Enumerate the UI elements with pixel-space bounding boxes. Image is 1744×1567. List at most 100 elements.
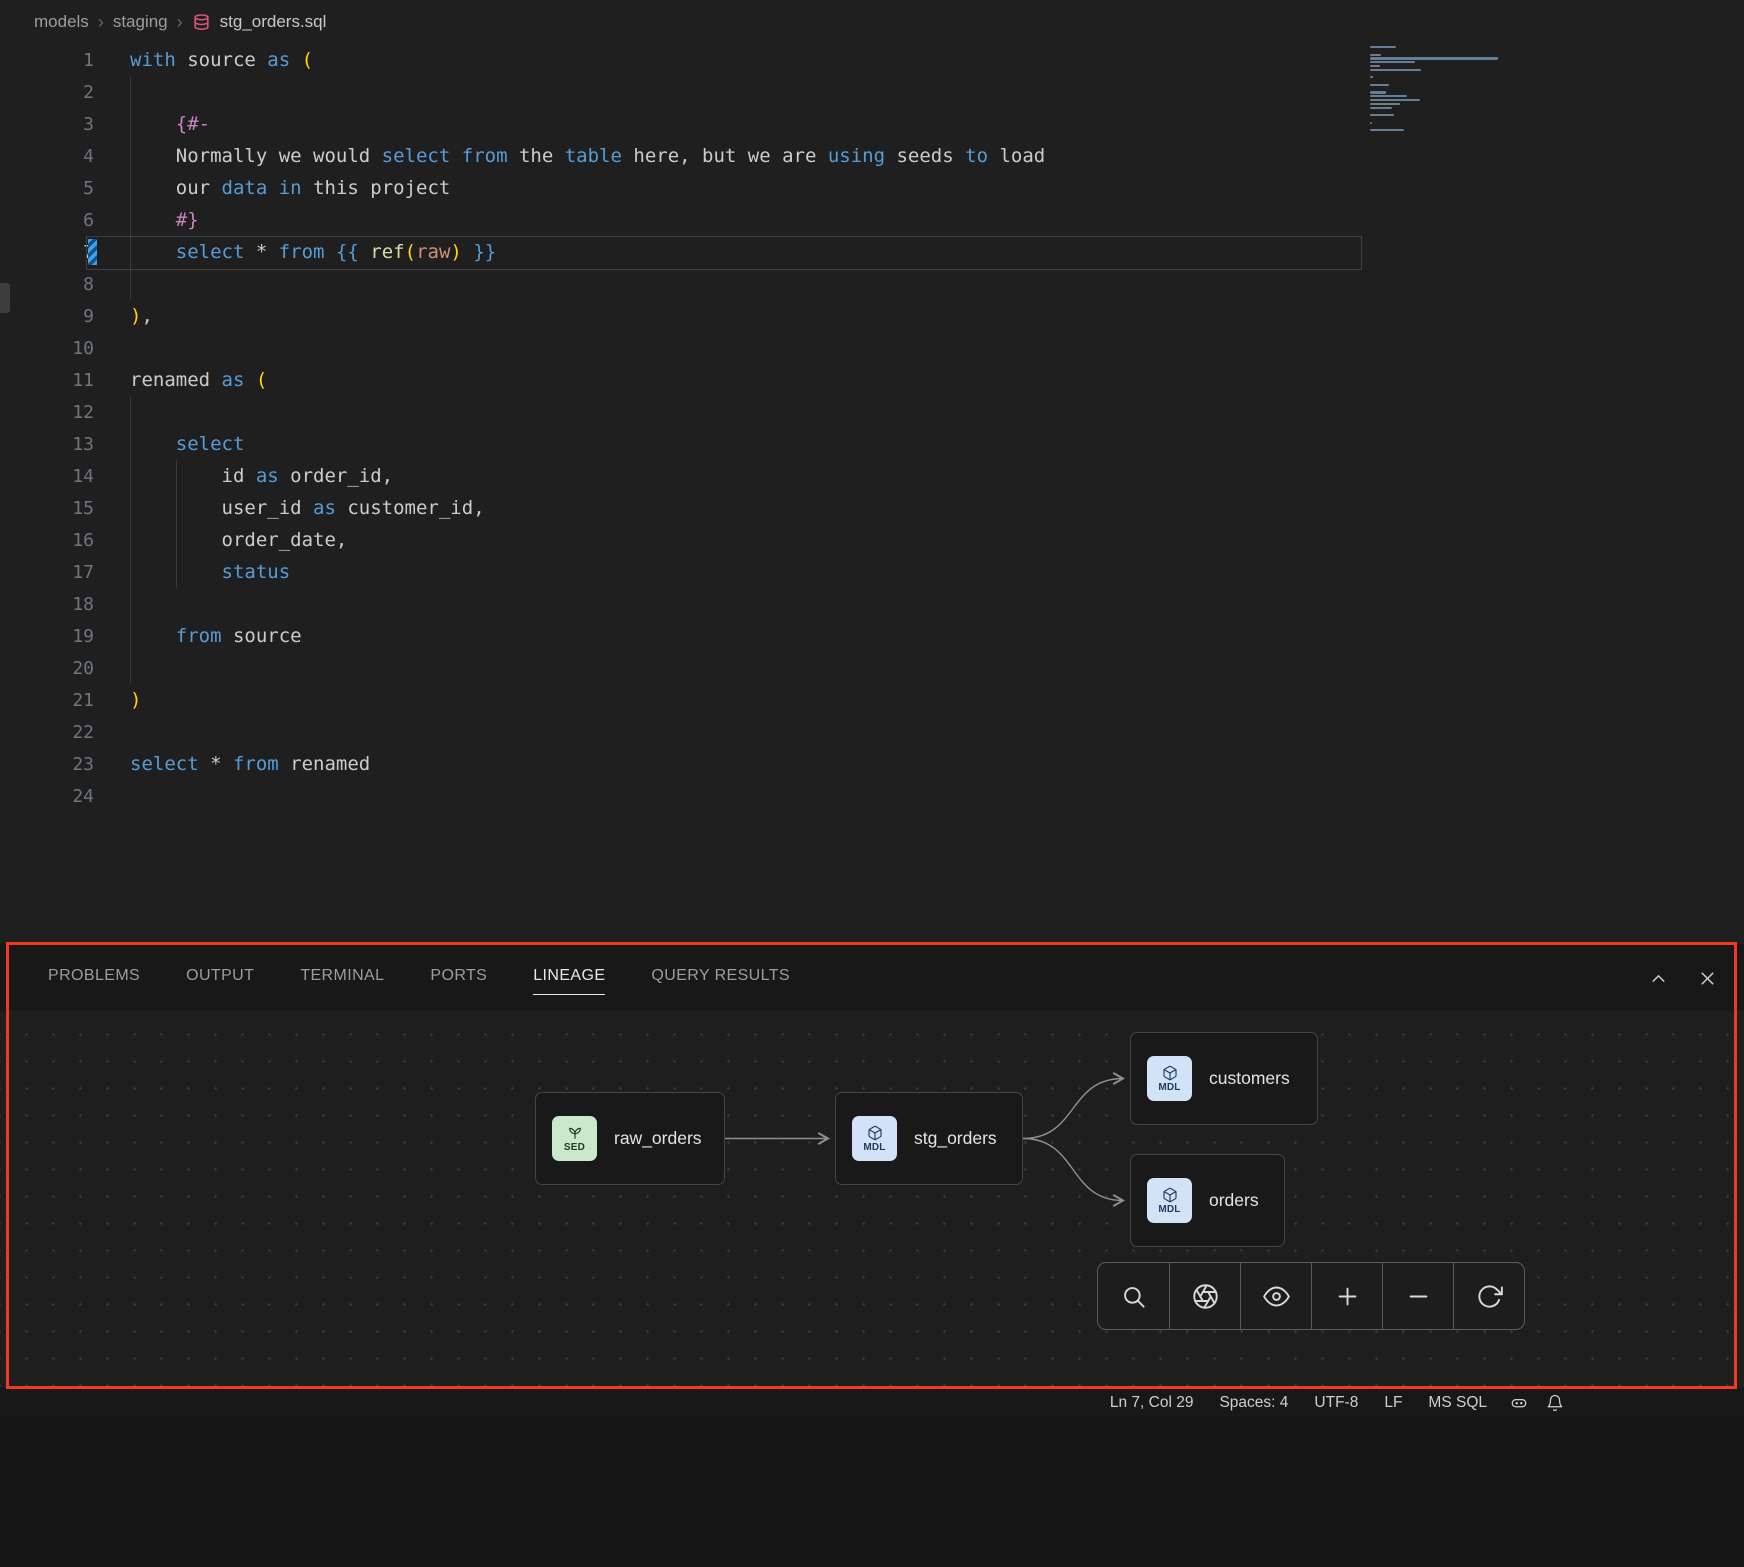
code-line-14[interactable]: 14 id as order_id,	[0, 460, 1744, 492]
breadcrumb-staging[interactable]: staging	[113, 12, 168, 32]
node-badge: MDL	[863, 1142, 885, 1153]
close-icon	[1697, 968, 1718, 989]
code-line-11[interactable]: 11renamed as (	[0, 364, 1744, 396]
refresh-button[interactable]	[1453, 1263, 1524, 1329]
lineage-node-orders[interactable]: MDLorders	[1130, 1154, 1285, 1247]
zoom-in-button[interactable]	[1311, 1263, 1382, 1329]
copilot-button[interactable]	[1510, 1394, 1528, 1412]
code-line-10[interactable]: 10	[0, 332, 1744, 364]
code-line-22[interactable]: 22	[0, 716, 1744, 748]
code-line-13[interactable]: 13 select	[0, 428, 1744, 460]
minimap-line	[1370, 129, 1404, 131]
search-button[interactable]	[1098, 1263, 1169, 1329]
line-number: 22	[0, 722, 94, 743]
minimap[interactable]	[1370, 44, 1530, 137]
notifications-bell-button[interactable]	[1546, 1394, 1564, 1412]
code-line-19[interactable]: 19 from source	[0, 620, 1744, 652]
status-lf[interactable]: LF	[1371, 1394, 1415, 1412]
refresh-icon	[1476, 1283, 1503, 1310]
code-line-23[interactable]: 23select * from renamed	[0, 748, 1744, 780]
code-text: our data in this project	[130, 177, 1744, 199]
bell-icon	[1546, 1394, 1564, 1412]
lineage-canvas[interactable]: SEDraw_ordersMDLstg_ordersMDLcustomersMD…	[0, 1011, 1744, 1388]
code-text: ),	[130, 305, 1744, 327]
node-label: raw_orders	[614, 1128, 702, 1149]
status-ln-7-col-29[interactable]: Ln 7, Col 29	[1097, 1394, 1207, 1412]
code-editor[interactable]: 1with source as (23 {#-4 Normally we wou…	[0, 44, 1744, 944]
line-number: 6	[0, 210, 94, 231]
eye-icon	[1263, 1283, 1290, 1310]
line-number: 8	[0, 274, 94, 295]
code-line-15[interactable]: 15 user_id as customer_id,	[0, 492, 1744, 524]
line-number: 21	[0, 690, 94, 711]
minimap-line	[1370, 99, 1420, 101]
lineage-toolbar	[1097, 1262, 1525, 1330]
lineage-node-raw_orders[interactable]: SED raw_orders	[535, 1092, 725, 1185]
code-lines: 1with source as (23 {#-4 Normally we wou…	[0, 44, 1744, 812]
code-line-8[interactable]: 8	[0, 268, 1744, 300]
panel-tab-terminal[interactable]: TERMINAL	[300, 961, 384, 995]
panel-tab-problems[interactable]: PROBLEMS	[48, 961, 140, 995]
node-label: customers	[1209, 1068, 1290, 1089]
line-number: 17	[0, 562, 94, 583]
zoom-in-icon	[1334, 1283, 1361, 1310]
gutter-stage-marker[interactable]	[88, 239, 97, 265]
code-line-4[interactable]: 4 Normally we would select from the tabl…	[0, 140, 1744, 172]
line-number: 15	[0, 498, 94, 519]
code-line-7[interactable]: 7 select * from {{ ref(raw) }}	[0, 236, 1744, 268]
minimap-line	[1370, 65, 1380, 67]
copilot-icon	[1510, 1394, 1528, 1412]
code-line-18[interactable]: 18	[0, 588, 1744, 620]
code-text: Normally we would select from the table …	[130, 145, 1744, 167]
node-badge: SED	[564, 1142, 585, 1153]
lineage-node-customers[interactable]: MDLcustomers	[1130, 1032, 1318, 1125]
database-icon	[192, 13, 211, 32]
minimap-line	[1370, 57, 1498, 59]
line-number: 1	[0, 50, 94, 71]
minimap-line	[1370, 54, 1381, 56]
code-line-16[interactable]: 16 order_date,	[0, 524, 1744, 556]
lineage-node-stg_orders[interactable]: MDLstg_orders	[835, 1092, 1023, 1185]
panel-tab-query-results[interactable]: QUERY RESULTS	[651, 961, 790, 995]
code-text: user_id as customer_id,	[130, 497, 1744, 519]
code-text: )	[130, 689, 1744, 711]
code-line-9[interactable]: 9),	[0, 300, 1744, 332]
line-number: 12	[0, 402, 94, 423]
line-number: 16	[0, 530, 94, 551]
minimap-line	[1370, 69, 1421, 71]
minimap-line	[1370, 91, 1386, 93]
code-line-6[interactable]: 6 #}	[0, 204, 1744, 236]
code-line-12[interactable]: 12	[0, 396, 1744, 428]
status-utf-8[interactable]: UTF-8	[1301, 1394, 1371, 1412]
code-line-21[interactable]: 21)	[0, 684, 1744, 716]
aperture-button[interactable]	[1169, 1263, 1240, 1329]
lineage-edge-stg_orders-to-orders	[1023, 1139, 1123, 1201]
minimap-line	[1370, 95, 1407, 97]
left-edge-handle[interactable]	[0, 283, 10, 313]
chevron-right-icon: ›	[177, 12, 183, 33]
status-spaces-4[interactable]: Spaces: 4	[1206, 1394, 1301, 1412]
line-number: 20	[0, 658, 94, 679]
maximize-panel-button[interactable]	[1648, 968, 1669, 989]
breadcrumb-file-name[interactable]: stg_orders.sql	[220, 12, 327, 32]
code-text: select * from renamed	[130, 753, 1744, 775]
eye-button[interactable]	[1240, 1263, 1311, 1329]
close-panel-button[interactable]	[1697, 968, 1718, 989]
status-ms-sql[interactable]: MS SQL	[1415, 1394, 1500, 1412]
panel-tab-output[interactable]: OUTPUT	[186, 961, 254, 995]
code-line-24[interactable]: 24	[0, 780, 1744, 812]
minimap-line	[1370, 76, 1373, 78]
line-number: 3	[0, 114, 94, 135]
zoom-out-button[interactable]	[1382, 1263, 1453, 1329]
code-line-5[interactable]: 5 our data in this project	[0, 172, 1744, 204]
line-number: 11	[0, 370, 94, 391]
code-line-20[interactable]: 20	[0, 652, 1744, 684]
panel-header: PROBLEMS OUTPUT TERMINAL PORTS LINEAGE QUERY …	[0, 945, 1744, 1011]
breadcrumb-models[interactable]: models	[34, 12, 89, 32]
code-line-17[interactable]: 17 status	[0, 556, 1744, 588]
panel-tab-lineage[interactable]: LINEAGE	[533, 961, 605, 995]
status-bar: Ln 7, Col 29Spaces: 4UTF-8LFMS SQL	[0, 1389, 1744, 1416]
lineage-edges	[0, 1011, 1744, 1388]
panel-tab-ports[interactable]: PORTS	[430, 961, 487, 995]
code-text: id as order_id,	[130, 465, 1744, 487]
